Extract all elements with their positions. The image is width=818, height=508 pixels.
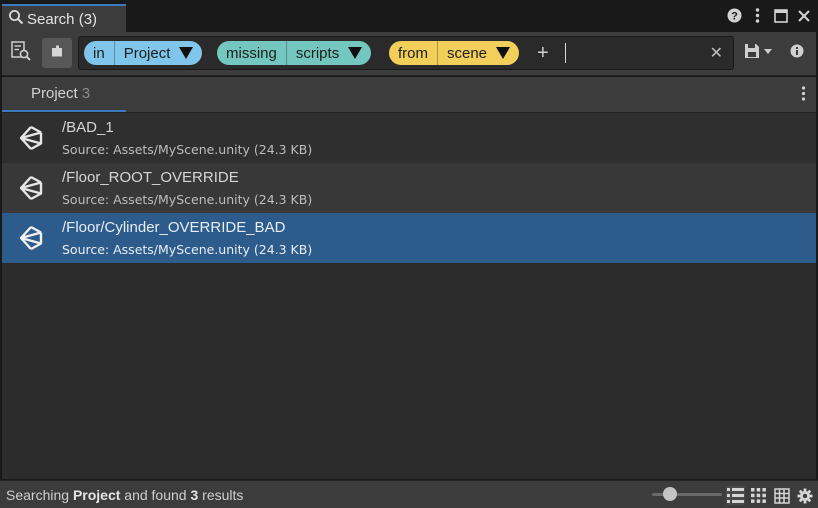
more-icon[interactable] xyxy=(801,86,806,105)
query-chip-missing[interactable]: missing scripts xyxy=(217,41,372,65)
text-caret xyxy=(565,43,566,63)
table-view-icon[interactable] xyxy=(772,486,791,505)
list-item[interactable]: /BAD_1 Source: Assets/MyScene.unity (24.… xyxy=(2,113,816,163)
result-label: /BAD_1 xyxy=(62,119,114,136)
tab-project-label: Project xyxy=(31,85,78,102)
result-description: Source: Assets/MyScene.unity (24.3 KB) xyxy=(62,192,313,207)
window-tab-title: Search (3) xyxy=(27,10,98,28)
saved-searches-icon xyxy=(10,40,32,66)
status-bar: Searching Project and found 3 results xyxy=(0,480,818,508)
window-actions: ? xyxy=(726,7,812,24)
chevron-down-icon xyxy=(348,47,363,59)
result-label: /Floor/Cylinder_OVERRIDE_BAD xyxy=(62,219,286,236)
results-list[interactable]: /BAD_1 Source: Assets/MyScene.unity (24.… xyxy=(2,113,816,479)
item-size-slider-handle[interactable] xyxy=(662,487,677,501)
query-chip-key: from xyxy=(398,44,428,62)
add-filter-button[interactable]: + xyxy=(537,43,549,63)
maximize-icon[interactable] xyxy=(772,7,789,24)
list-item-selected[interactable]: /Floor/Cylinder_OVERRIDE_BAD Source: Ass… xyxy=(2,213,816,263)
query-chip-value: Project xyxy=(123,44,171,62)
query-chip-in[interactable]: in Project xyxy=(84,41,203,65)
provider-tabs: Project 3 xyxy=(2,77,816,113)
chevron-down-icon xyxy=(179,47,194,59)
list-view-icon[interactable] xyxy=(726,486,745,505)
clear-search-button[interactable]: ✕ xyxy=(710,43,723,63)
search-icon xyxy=(8,9,24,29)
grid-view-icon[interactable] xyxy=(749,486,768,505)
result-description: Source: Assets/MyScene.unity (24.3 KB) xyxy=(62,242,313,257)
search-field[interactable]: in Project missing scripts from scene + … xyxy=(78,36,734,70)
query-chip-value: scripts xyxy=(295,44,340,62)
query-chip-from[interactable]: from scene xyxy=(389,41,520,65)
search-toolbar: in Project missing scripts from scene + … xyxy=(2,32,816,76)
tab-project[interactable]: Project 3 xyxy=(2,77,126,112)
query-chip-key: missing xyxy=(226,44,277,62)
result-description: Source: Assets/MyScene.unity (24.3 KB) xyxy=(62,142,313,157)
status-prefix: Searching xyxy=(6,487,73,503)
unity-prefab-icon xyxy=(14,121,48,155)
query-chip-key: in xyxy=(93,44,105,62)
status-middle: and found xyxy=(120,487,191,503)
window-tab[interactable]: Search (3) xyxy=(2,4,126,32)
inspector-toggle-button[interactable] xyxy=(42,38,72,68)
result-label: /Floor_ROOT_OVERRIDE xyxy=(62,169,239,186)
info-button[interactable] xyxy=(782,38,812,68)
close-icon[interactable] xyxy=(795,7,812,24)
unity-prefab-icon xyxy=(14,221,48,255)
save-query-button[interactable] xyxy=(740,38,778,68)
title-bar: Search (3) ? xyxy=(0,0,818,32)
save-query-icon xyxy=(743,42,775,64)
svg-text:?: ? xyxy=(731,11,738,23)
tab-project-count: 3 xyxy=(81,85,91,102)
inspector-toggle-icon xyxy=(49,43,65,63)
query-chip-value: scene xyxy=(447,44,488,62)
status-message: Searching Project and found 3 results xyxy=(6,487,243,503)
info-icon xyxy=(790,44,804,62)
more-icon[interactable] xyxy=(749,7,766,24)
status-provider: Project xyxy=(72,487,121,503)
query-chip-dropdown[interactable]: Project xyxy=(113,41,203,65)
status-suffix: results xyxy=(198,487,244,503)
help-icon[interactable]: ? xyxy=(726,7,743,24)
saved-searches-button[interactable] xyxy=(6,38,36,68)
chevron-down-icon xyxy=(496,47,511,59)
view-mode-buttons xyxy=(726,486,814,505)
settings-icon[interactable] xyxy=(795,486,814,505)
unity-prefab-icon xyxy=(14,171,48,205)
list-item[interactable]: /Floor_ROOT_OVERRIDE Source: Assets/MySc… xyxy=(2,163,816,213)
query-chip-dropdown[interactable]: scripts xyxy=(285,41,371,65)
query-chip-dropdown[interactable]: scene xyxy=(437,41,519,65)
